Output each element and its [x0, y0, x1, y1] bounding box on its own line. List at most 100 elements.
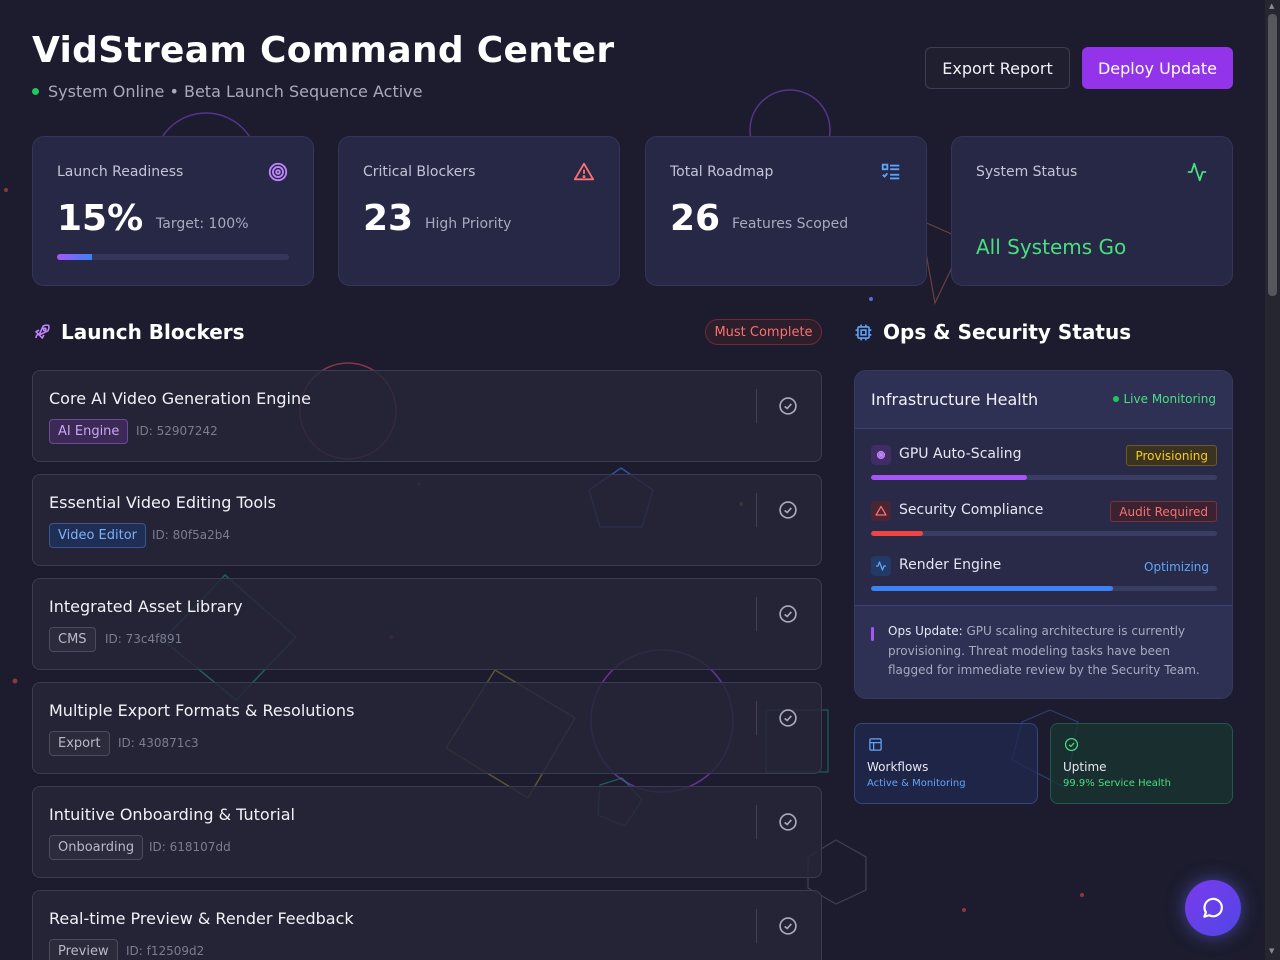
ops-update-note: Ops Update: GPU scaling architecture is … [855, 605, 1232, 698]
check-circle-icon[interactable] [778, 812, 798, 832]
launch-blockers-title: Launch Blockers [61, 320, 245, 344]
launch-blockers-heading: Launch Blockers [32, 320, 245, 344]
blocker-title: Multiple Export Formats & Resolutions [49, 701, 355, 720]
stat-card-launch-readiness: Launch Readiness 15% Target: 100% [32, 136, 314, 286]
stat-label: System Status [976, 164, 1078, 180]
deploy-update-button[interactable]: Deploy Update [1082, 47, 1233, 89]
ops-status-badge: Audit Required [1110, 501, 1217, 522]
system-status-text: System Online • Beta Launch Sequence Act… [48, 82, 423, 101]
divider [756, 597, 757, 631]
scrollbar[interactable]: ▲ ▼ [1265, 0, 1280, 960]
blocker-card[interactable]: Multiple Export Formats & Resolutions Ex… [32, 682, 822, 774]
stat-sub: Target: 100% [156, 216, 249, 232]
gpu-icon [871, 445, 891, 465]
mini-card-title: Uptime [1063, 760, 1107, 774]
blocker-tag: Video Editor [49, 523, 147, 548]
ops-status-badge: Provisioning [1126, 445, 1217, 466]
divider [756, 701, 757, 735]
ops-security-title: Ops & Security Status [883, 320, 1132, 344]
stat-sub: High Priority [425, 216, 512, 232]
blocker-title: Real-time Preview & Render Feedback [49, 909, 354, 928]
blocker-card[interactable]: Real-time Preview & Render Feedback Prev… [32, 890, 822, 960]
stat-value: 15% [57, 198, 144, 239]
stat-card-total-roadmap: Total Roadmap 26 Features Scoped [645, 136, 927, 286]
ops-progress-fill [871, 531, 923, 536]
blocker-id: ID: 80f5a2b4 [152, 528, 231, 542]
blocker-tag: Preview [49, 939, 118, 960]
blocker-title: Integrated Asset Library [49, 597, 243, 616]
blocker-card[interactable]: Integrated Asset Library CMS ID: 73c4f89… [32, 578, 822, 670]
uptime-card[interactable]: Uptime 99.9% Service Health [1050, 723, 1233, 804]
dashboard: VidStream Command Center System Online •… [32, 0, 1233, 960]
live-dot-icon [1112, 396, 1119, 402]
ops-row-render: Render Engine Optimizing [871, 556, 1217, 596]
list-checks-icon [881, 163, 900, 180]
stat-label: Total Roadmap [670, 164, 774, 180]
ops-progress-bar [871, 531, 1217, 536]
system-status-value: All Systems Go [976, 235, 1127, 259]
divider [756, 909, 757, 943]
blocker-id: ID: 73c4f891 [105, 632, 183, 646]
ops-progress-fill [871, 586, 1114, 591]
scroll-up-icon[interactable]: ▲ [1269, 2, 1274, 10]
scroll-thumb[interactable] [1268, 14, 1277, 296]
blocker-id: ID: f12509d2 [126, 944, 205, 958]
panel-title: Infrastructure Health [871, 390, 1039, 409]
activity-icon [1187, 162, 1207, 182]
blocker-card[interactable]: Core AI Video Generation Engine AI Engin… [32, 370, 822, 462]
ops-security-heading: Ops & Security Status [854, 320, 1131, 344]
check-circle-icon[interactable] [778, 916, 798, 936]
blocker-title: Essential Video Editing Tools [49, 493, 276, 512]
mini-card-sub: Active & Monitoring [867, 778, 966, 789]
blocker-card[interactable]: Intuitive Onboarding & Tutorial Onboardi… [32, 786, 822, 878]
cpu-icon [855, 324, 872, 340]
ops-progress-bar [871, 586, 1217, 591]
ops-update-text: Ops Update: GPU scaling architecture is … [888, 622, 1208, 681]
blocker-tag: CMS [49, 627, 96, 652]
online-indicator-icon [32, 88, 39, 95]
export-report-button[interactable]: Export Report [925, 47, 1070, 89]
chat-bubble-icon [1203, 897, 1223, 918]
warning-icon [871, 501, 891, 521]
ops-update-label: Ops Update: [888, 624, 963, 638]
mini-card-title: Workflows [867, 760, 929, 774]
ops-row-label: Render Engine [899, 557, 1002, 573]
chat-button[interactable] [1185, 880, 1241, 936]
scroll-down-icon[interactable]: ▼ [1269, 947, 1274, 955]
infrastructure-health-panel: Infrastructure Health Live Monitoring GP… [854, 370, 1233, 699]
check-circle-icon[interactable] [778, 396, 798, 416]
ops-status-badge: Optimizing [1144, 559, 1209, 574]
page-title: VidStream Command Center [32, 30, 615, 71]
stat-label: Launch Readiness [57, 164, 184, 180]
activity-icon [871, 556, 891, 576]
layout-icon [869, 738, 882, 751]
stat-value: 23 [363, 198, 414, 239]
note-accent [871, 627, 874, 641]
check-circle-icon[interactable] [778, 604, 798, 624]
blocker-tag: AI Engine [49, 419, 129, 444]
alert-triangle-icon [573, 162, 595, 181]
blocker-title: Core AI Video Generation Engine [49, 389, 311, 408]
target-icon [268, 162, 288, 182]
mini-card-sub: 99.9% Service Health [1063, 778, 1171, 789]
stat-value: 26 [670, 198, 721, 239]
must-complete-badge: Must Complete [705, 319, 822, 345]
system-status-line: System Online • Beta Launch Sequence Act… [32, 82, 422, 101]
check-circle-icon[interactable] [778, 708, 798, 728]
ops-progress-fill [871, 475, 1027, 480]
stat-label: Critical Blockers [363, 164, 476, 180]
ops-row-label: GPU Auto-Scaling [899, 446, 1022, 462]
blocker-tag: Export [49, 731, 110, 756]
workflows-card[interactable]: Workflows Active & Monitoring [854, 723, 1038, 804]
live-monitoring-badge: Live Monitoring [1112, 392, 1216, 406]
blocker-id: ID: 430871c3 [118, 736, 199, 750]
blocker-card[interactable]: Essential Video Editing Tools Video Edit… [32, 474, 822, 566]
stat-card-system-status: System Status All Systems Go [951, 136, 1233, 286]
ops-row-label: Security Compliance [899, 502, 1044, 518]
check-circle-icon[interactable] [778, 500, 798, 520]
blocker-id: ID: 52907242 [136, 424, 218, 438]
ops-progress-bar [871, 475, 1217, 480]
ops-row-gpu: GPU Auto-Scaling Provisioning [871, 445, 1217, 485]
rocket-icon [35, 323, 50, 339]
readiness-progress-fill [57, 254, 92, 260]
